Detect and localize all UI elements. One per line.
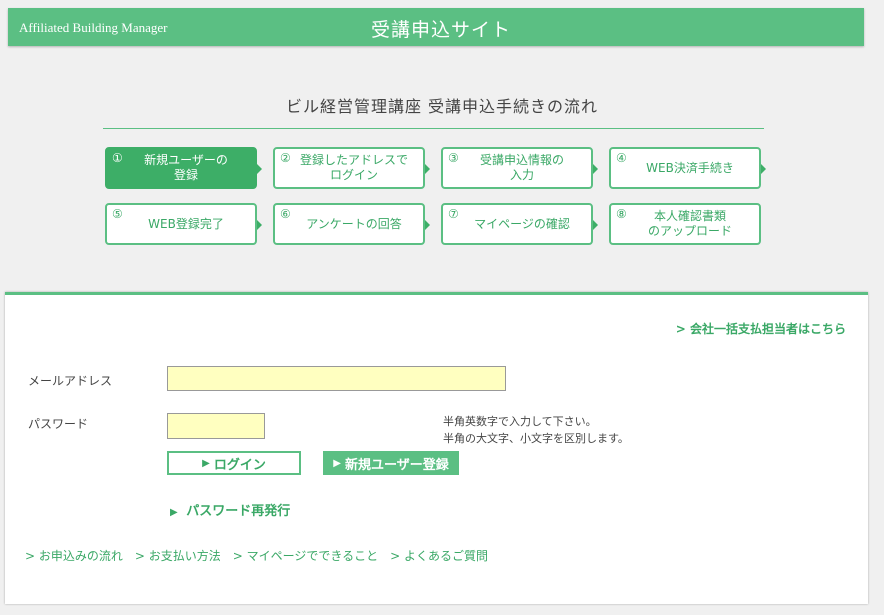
- flow-step-1: ① 新規ユーザーの 登録: [105, 147, 262, 189]
- email-field[interactable]: [167, 366, 506, 391]
- login-button[interactable]: ▶ ログイン: [167, 451, 301, 475]
- play-arrow-icon: ▶: [202, 457, 210, 469]
- corporate-payer-link[interactable]: > 会社一括支払担当者はこちら: [676, 320, 846, 337]
- flow-step-2: ② 登録したアドレスで ログイン: [273, 147, 430, 189]
- flow-step-6: ⑥ アンケートの回答: [273, 203, 430, 245]
- step-label: WEB決済手続き: [646, 160, 734, 175]
- footer-link-payment[interactable]: > お支払い方法: [135, 547, 221, 564]
- step-label: アンケートの回答: [306, 216, 402, 231]
- password-reissue-link[interactable]: ▶ パスワード再発行: [170, 500, 290, 519]
- step-arrow-icon: [257, 220, 262, 230]
- flow-step-4: ④ WEB決済手続き: [609, 147, 766, 189]
- login-panel: > 会社一括支払担当者はこちら メールアドレス パスワード 半角英数字で入力して…: [5, 292, 868, 604]
- step-arrow-icon: [425, 220, 430, 230]
- step-arrow-icon: [593, 220, 598, 230]
- step-label: 新規ユーザーの 登録: [144, 153, 228, 182]
- step-label: WEB登録完了: [148, 216, 224, 231]
- site-header: Affiliated Building Manager 受講申込サイト: [8, 8, 864, 46]
- flow-step-3: ③ 受講申込情報の 入力: [441, 147, 598, 189]
- step-label: マイページの確認: [474, 216, 570, 231]
- flow-step-5: ⑤ WEB登録完了: [105, 203, 262, 245]
- hint-line: 半角の大文字、小文字を区別します。: [443, 432, 629, 445]
- register-button[interactable]: ▶ 新規ユーザー登録: [323, 451, 459, 475]
- play-arrow-icon: ▶: [333, 457, 341, 469]
- step-label: 登録したアドレスで ログイン: [299, 153, 408, 182]
- email-label: メールアドレス: [28, 374, 113, 388]
- step-arrow-icon: [257, 164, 262, 174]
- footer-links: > お申込みの流れ > お支払い方法 > マイページでできること > よくあるご…: [25, 547, 488, 564]
- step-arrow-icon: [593, 164, 598, 174]
- flow-step-8: ⑧ 本人確認書類 のアップロード: [609, 203, 761, 245]
- play-arrow-icon: ▶: [170, 507, 178, 518]
- footer-link-mypage[interactable]: > マイページでできること: [233, 547, 378, 564]
- reissue-label: パスワード再発行: [186, 504, 291, 519]
- footer-link-flow[interactable]: > お申込みの流れ: [25, 547, 123, 564]
- flow-divider: [103, 128, 764, 129]
- flow-title: ビル経営管理講座 受講申込手続きの流れ: [285, 97, 599, 116]
- flow-step-7: ⑦ マイページの確認: [441, 203, 598, 245]
- password-hint: 半角英数字で入力して下さい。 半角の大文字、小文字を区別します。: [443, 413, 629, 447]
- password-label: パスワード: [28, 417, 89, 431]
- brand-name: Affiliated Building Manager: [19, 20, 168, 35]
- step-arrow-icon: [761, 164, 766, 174]
- password-field[interactable]: [167, 413, 265, 439]
- hint-line: 半角英数字で入力して下さい。: [443, 415, 597, 428]
- step-arrow-icon: [425, 164, 430, 174]
- site-title: 受講申込サイト: [371, 19, 512, 41]
- register-button-label: 新規ユーザー登録: [344, 457, 449, 473]
- step-label: 受講申込情報の 入力: [479, 153, 564, 182]
- step-label: 本人確認書類 のアップロード: [647, 209, 732, 238]
- login-button-label: ログイン: [213, 457, 266, 473]
- footer-link-faq[interactable]: > よくあるご質問: [390, 547, 488, 564]
